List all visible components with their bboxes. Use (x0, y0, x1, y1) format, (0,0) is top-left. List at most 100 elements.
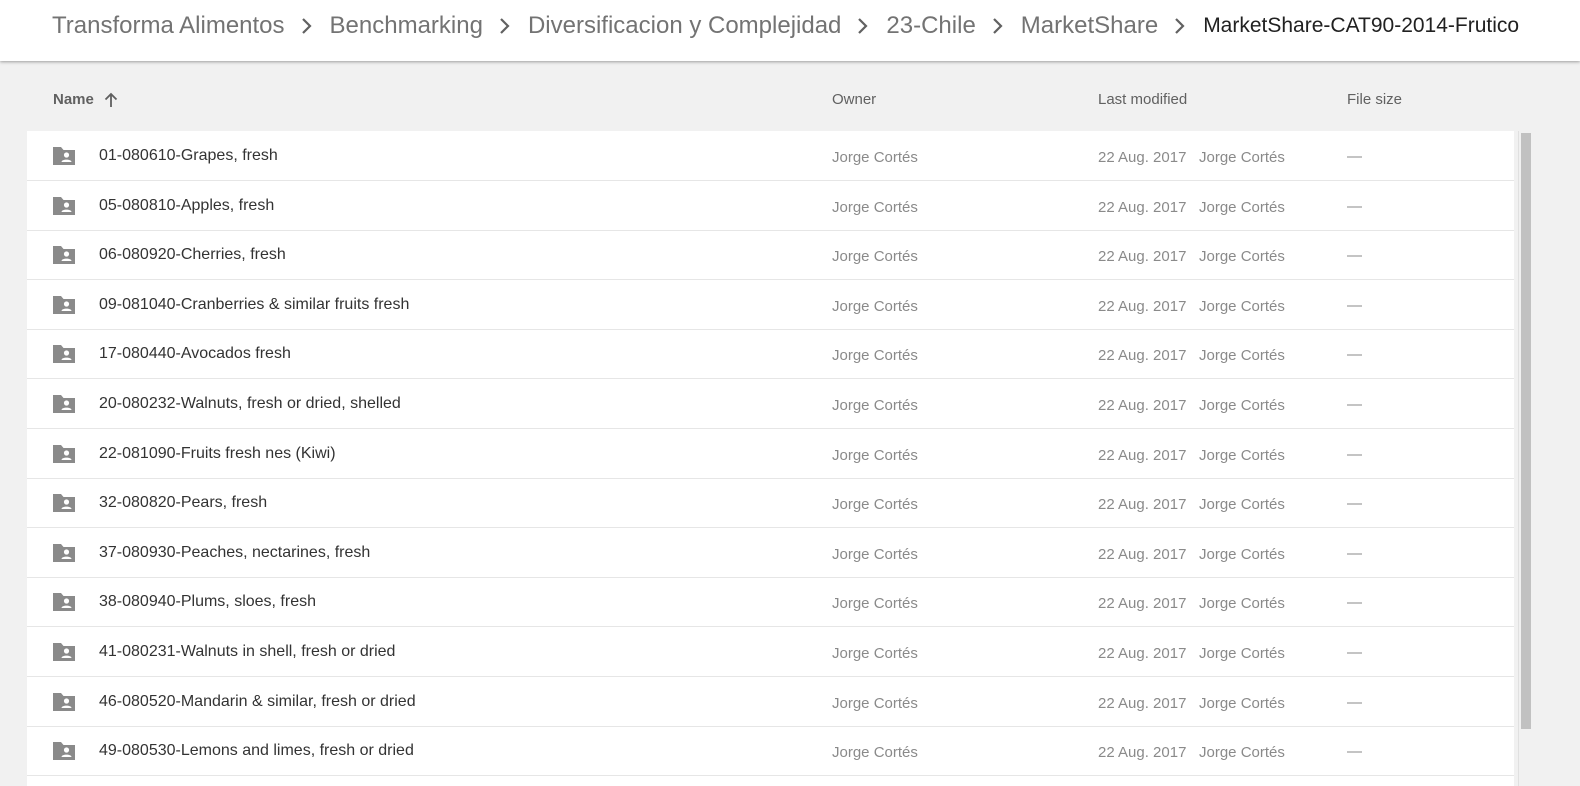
list-item[interactable]: 41-080231-Walnuts in shell, fresh or dri… (27, 627, 1514, 677)
chevron-right-icon (841, 12, 886, 40)
list-item[interactable]: 32-080820-Pears, fresh Jorge Cortés 22 Aug… (27, 478, 1514, 528)
file-owner: Jorge Cortés (832, 496, 918, 513)
file-name[interactable]: 09-081040-Cranberries & similar fruits f… (99, 296, 409, 314)
shared-folder-icon (51, 393, 77, 420)
list-item[interactable]: 09-081040-Cranberries & similar fruits f… (27, 280, 1514, 330)
file-size: — (1347, 743, 1362, 760)
shared-folder-icon (51, 294, 77, 321)
file-owner: Jorge Cortés (832, 447, 918, 464)
breadcrumb-item-marketshare[interactable]: MarketShare (1021, 12, 1158, 40)
breadcrumb-item-chile[interactable]: 23-Chile (886, 12, 975, 40)
list-item[interactable]: 22-081090-Fruits fresh nes (Kiwi) Jorge C… (27, 429, 1514, 479)
file-name[interactable]: 17-080440-Avocados fresh (99, 345, 291, 363)
list-item[interactable]: 05-080810-Apples, fresh Jorge Cortés 22 Au… (27, 181, 1514, 231)
shared-folder-icon (51, 591, 77, 618)
last-modified-by: Jorge Cortés (1199, 546, 1285, 563)
shared-folder-icon (51, 740, 77, 767)
list-item[interactable]: 49-080530-Lemons and limes, fresh or dri… (27, 726, 1514, 776)
file-owner: Jorge Cortés (832, 298, 918, 315)
last-modified-by: Jorge Cortés (1199, 149, 1285, 166)
last-modified-by: Jorge Cortés (1199, 248, 1285, 265)
file-size: — (1347, 396, 1362, 413)
last-modified-date: 22 Aug. 2017 (1098, 199, 1187, 216)
last-modified-by: Jorge Cortés (1199, 298, 1285, 315)
scrollbar[interactable] (1518, 131, 1532, 786)
file-owner: Jorge Cortés (832, 149, 918, 166)
last-modified-date: 22 Aug. 2017 (1098, 447, 1187, 464)
last-modified-date: 22 Aug. 2017 (1098, 397, 1187, 414)
chevron-right-icon (483, 12, 528, 40)
file-name[interactable]: 37-080930-Peaches, nectarines, fresh (99, 544, 370, 562)
column-header-last-modified[interactable]: Last modified (1098, 91, 1187, 108)
last-modified-by: Jorge Cortés (1199, 199, 1285, 216)
list-item[interactable]: 01-080610-Grapes, fresh Jorge Cortés 22 Au… (27, 131, 1514, 181)
file-owner: Jorge Cortés (832, 695, 918, 712)
last-modified-by: Jorge Cortés (1199, 695, 1285, 712)
last-modified-date: 22 Aug. 2017 (1098, 248, 1187, 265)
last-modified-date: 22 Aug. 2017 (1098, 298, 1187, 315)
breadcrumb-item-benchmarking[interactable]: Benchmarking (330, 12, 483, 40)
column-header-name[interactable]: Name (53, 91, 94, 108)
file-name[interactable]: 05-080810-Apples, fresh (99, 197, 274, 215)
list-item[interactable]: 06-080920-Cherries, fresh Jorge Cortés 22 … (27, 230, 1514, 280)
chevron-right-icon (976, 12, 1021, 40)
file-size: — (1347, 694, 1362, 711)
last-modified-date: 22 Aug. 2017 (1098, 595, 1187, 612)
shared-folder-icon (51, 195, 77, 222)
breadcrumb: Transforma Alimentos Benchmarking Divers… (52, 12, 1519, 40)
file-owner: Jorge Cortés (832, 248, 918, 265)
file-owner: Jorge Cortés (832, 645, 918, 662)
last-modified-date: 22 Aug. 2017 (1098, 149, 1187, 166)
file-name[interactable]: 20-080232-Walnuts, fresh or dried, shell… (99, 395, 401, 413)
file-size: — (1347, 198, 1362, 215)
list-item[interactable]: 37-080930-Peaches, nectarines, fresh Jorg… (27, 528, 1514, 578)
file-name[interactable]: 32-080820-Pears, fresh (99, 494, 267, 512)
file-name[interactable]: 06-080920-Cherries, fresh (99, 246, 286, 264)
breadcrumb-item-transforma-alimentos[interactable]: Transforma Alimentos (52, 12, 285, 40)
file-size: — (1347, 148, 1362, 165)
chevron-right-icon (285, 12, 330, 40)
file-name[interactable]: 46-080520-Mandarin & similar, fresh or d… (99, 693, 416, 711)
file-owner: Jorge Cortés (832, 347, 918, 364)
last-modified-date: 22 Aug. 2017 (1098, 347, 1187, 364)
list-item[interactable]: 20-080232-Walnuts, fresh or dried, shell… (27, 379, 1514, 429)
list-item[interactable]: 38-080940-Plums, sloes, fresh Jorge Corté… (27, 577, 1514, 627)
shared-folder-icon (51, 492, 77, 519)
file-size: — (1347, 247, 1362, 264)
last-modified-date: 22 Aug. 2017 (1098, 645, 1187, 662)
chevron-right-icon (1158, 12, 1203, 40)
file-size: — (1347, 346, 1362, 363)
last-modified-date: 22 Aug. 2017 (1098, 744, 1187, 761)
list-item[interactable]: 46-080520-Mandarin & similar, fresh or d… (27, 677, 1514, 727)
breadcrumb-current-folder[interactable]: MarketShare-CAT90-2014-Frutico (1203, 12, 1519, 40)
last-modified-by: Jorge Cortés (1199, 595, 1285, 612)
file-size: — (1347, 545, 1362, 562)
list-item[interactable]: 17-080440-Avocados fresh Jorge Cortés 22 A… (27, 329, 1514, 379)
file-owner: Jorge Cortés (832, 546, 918, 563)
shared-folder-icon (51, 691, 77, 718)
column-header-row: Name Owner Last modified File size (0, 61, 1580, 131)
last-modified-date: 22 Aug. 2017 (1098, 496, 1187, 513)
file-name[interactable]: 22-081090-Fruits fresh nes (Kiwi) (99, 445, 336, 463)
breadcrumb-item-diversificacion[interactable]: Diversificacion y Complejidad (528, 12, 841, 40)
scrollbar-thumb[interactable] (1521, 133, 1531, 729)
last-modified-by: Jorge Cortés (1199, 496, 1285, 513)
shared-folder-icon (51, 145, 77, 172)
file-owner: Jorge Cortés (832, 744, 918, 761)
column-header-owner[interactable]: Owner (832, 91, 876, 108)
file-size: — (1347, 644, 1362, 661)
breadcrumb-bar: Transforma Alimentos Benchmarking Divers… (0, 0, 1580, 61)
file-name[interactable]: 01-080610-Grapes, fresh (99, 147, 278, 165)
file-size: — (1347, 495, 1362, 512)
file-list: 01-080610-Grapes, fresh Jorge Cortés 22 Au… (27, 131, 1514, 786)
last-modified-by: Jorge Cortés (1199, 744, 1285, 761)
last-modified-by: Jorge Cortés (1199, 347, 1285, 364)
file-name[interactable]: 41-080231-Walnuts in shell, fresh or dri… (99, 643, 395, 661)
file-name[interactable]: 49-080530-Lemons and limes, fresh or dri… (99, 742, 414, 760)
column-header-file-size[interactable]: File size (1347, 91, 1402, 108)
file-name[interactable]: 38-080940-Plums, sloes, fresh (99, 593, 316, 611)
last-modified-date: 22 Aug. 2017 (1098, 546, 1187, 563)
arrow-up-icon[interactable] (103, 92, 119, 113)
file-owner: Jorge Cortés (832, 199, 918, 216)
last-modified-date: 22 Aug. 2017 (1098, 695, 1187, 712)
